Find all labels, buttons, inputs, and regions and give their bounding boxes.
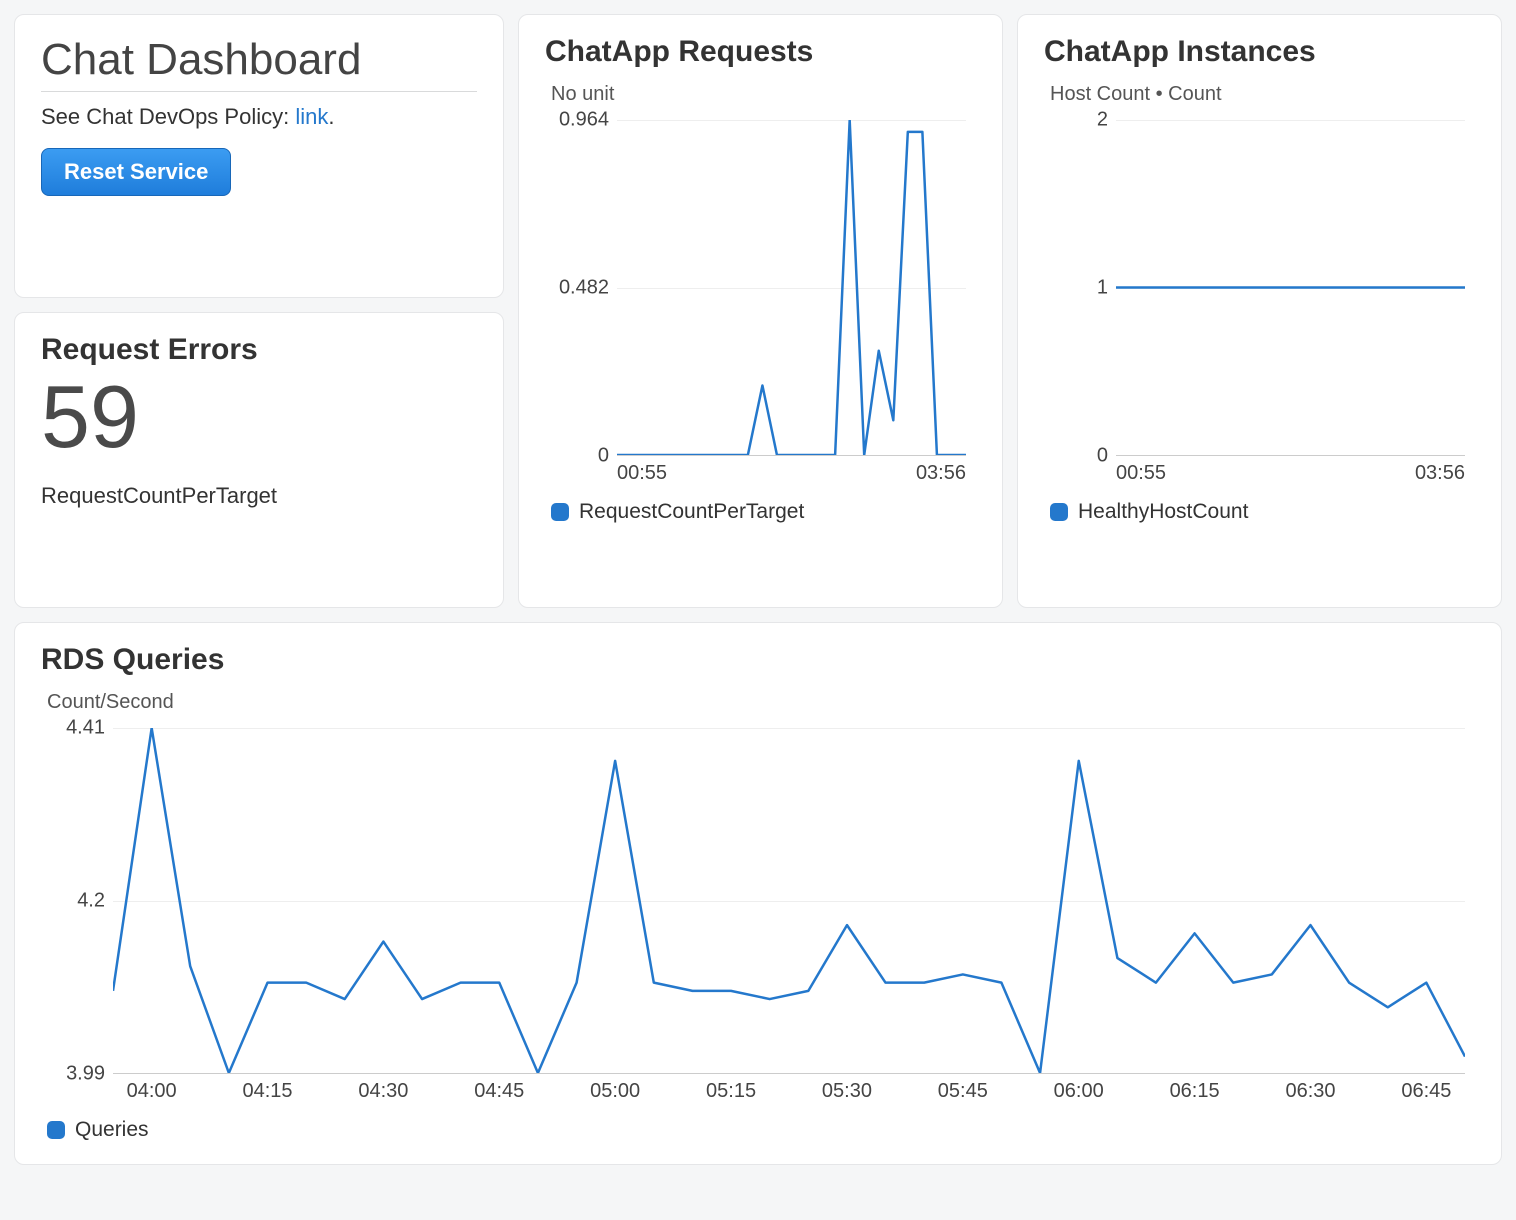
ytick: 1 [1097, 277, 1108, 300]
xtick: 06:45 [1401, 1080, 1451, 1103]
xtick: 04:00 [127, 1080, 177, 1103]
page-title: Chat Dashboard [41, 35, 477, 85]
policy-trail: . [328, 104, 334, 129]
chart-instances-unit: Host Count • Count [1050, 83, 1475, 106]
chart-rds-unit: Count/Second [47, 691, 1475, 714]
errors-card: Request Errors 59 RequestCountPerTarget [14, 312, 504, 608]
reset-service-button[interactable]: Reset Service [41, 148, 231, 196]
chart-requests-unit: No unit [551, 83, 976, 106]
errors-subtitle: RequestCountPerTarget [41, 483, 477, 509]
errors-title: Request Errors [41, 333, 477, 367]
xtick: 05:30 [822, 1080, 872, 1103]
xtick: 00:55 [1116, 462, 1166, 485]
ytick: 0 [1097, 445, 1108, 468]
ytick: 3.99 [66, 1063, 105, 1086]
divider [41, 91, 477, 92]
chart-rds-card: RDS Queries Count/Second 4.41 4.2 3.99 0… [14, 622, 1502, 1165]
chart-requests-title: ChatApp Requests [545, 35, 976, 69]
legend-swatch-icon [1050, 503, 1068, 521]
xtick: 04:45 [474, 1080, 524, 1103]
xtick: 04:30 [358, 1080, 408, 1103]
xtick: 03:56 [916, 462, 966, 485]
xtick: 06:15 [1170, 1080, 1220, 1103]
chart-rds-title: RDS Queries [41, 643, 1475, 677]
chart-requests-card: ChatApp Requests No unit 0.964 0.482 0 0… [518, 14, 1003, 608]
chart-requests-legend: RequestCountPerTarget [545, 500, 976, 524]
header-card: Chat Dashboard See Chat DevOps Policy: l… [14, 14, 504, 298]
legend-label: Queries [75, 1118, 149, 1142]
errors-value: 59 [41, 373, 477, 461]
xtick: 00:55 [617, 462, 667, 485]
xtick: 03:56 [1415, 462, 1465, 485]
xtick: 05:00 [590, 1080, 640, 1103]
chart-rds-legend: Queries [41, 1118, 1475, 1142]
xtick: 05:15 [706, 1080, 756, 1103]
legend-label: RequestCountPerTarget [579, 500, 804, 524]
xtick: 06:00 [1054, 1080, 1104, 1103]
ytick: 0.964 [559, 109, 609, 132]
chart-rds-line [113, 728, 1465, 1073]
ytick: 0.482 [559, 277, 609, 300]
chart-instances-card: ChatApp Instances Host Count • Count 2 1… [1017, 14, 1502, 608]
legend-swatch-icon [47, 1121, 65, 1139]
legend-label: HealthyHostCount [1078, 500, 1248, 524]
chart-requests-line [617, 120, 966, 455]
policy-text: See Chat DevOps Policy: [41, 104, 295, 129]
chart-instances-legend: HealthyHostCount [1044, 500, 1475, 524]
policy-line: See Chat DevOps Policy: link. [41, 104, 477, 130]
ytick: 4.2 [77, 890, 105, 913]
xtick: 04:15 [242, 1080, 292, 1103]
xtick: 06:30 [1285, 1080, 1335, 1103]
chart-requests-plot: 0.964 0.482 0 00:55 03:56 [545, 120, 976, 490]
chart-instances-plot: 2 1 0 00:55 03:56 [1044, 120, 1475, 490]
ytick: 4.41 [66, 717, 105, 740]
chart-rds-plot: 4.41 4.2 3.99 04:0004:1504:3004:4505:000… [41, 728, 1475, 1108]
ytick: 2 [1097, 109, 1108, 132]
chart-instances-line [1116, 120, 1465, 455]
chart-instances-title: ChatApp Instances [1044, 35, 1475, 69]
xtick: 05:45 [938, 1080, 988, 1103]
legend-swatch-icon [551, 503, 569, 521]
policy-link[interactable]: link [295, 104, 328, 129]
ytick: 0 [598, 445, 609, 468]
